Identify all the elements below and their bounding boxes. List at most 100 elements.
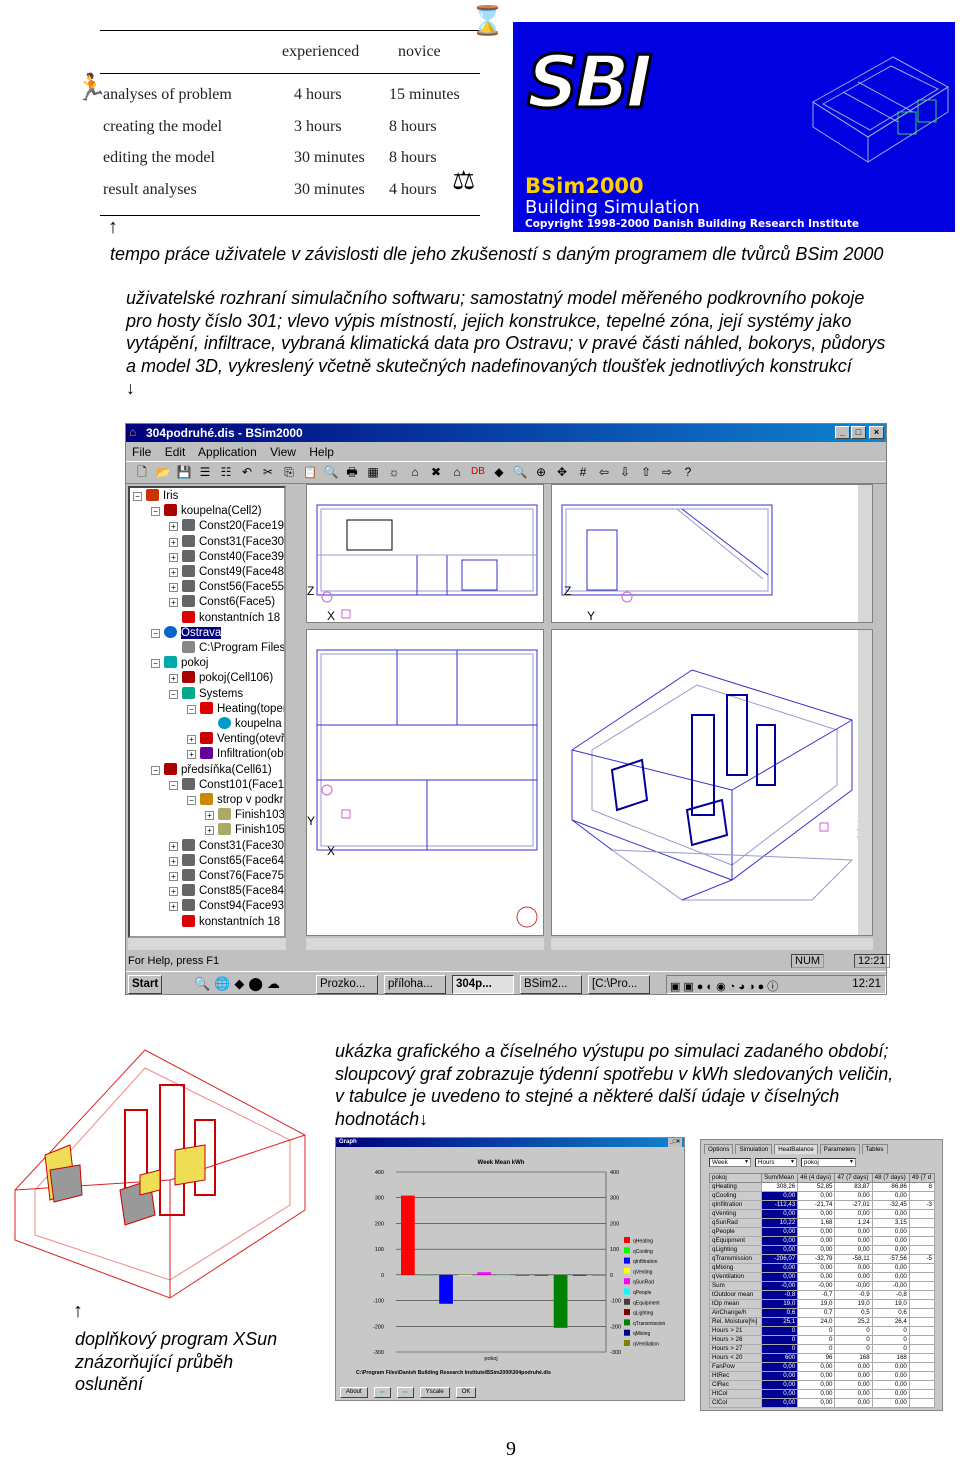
cell[interactable]: -32,79	[797, 1254, 836, 1264]
cell[interactable]	[908, 1326, 936, 1336]
menu-file[interactable]: File	[132, 445, 151, 459]
cell[interactable]: 0,00	[761, 1263, 799, 1273]
cell[interactable]: 0,5	[834, 1308, 873, 1318]
cell[interactable]: 19,0	[797, 1299, 836, 1309]
tree-node[interactable]: + Const20(Face19)	[169, 519, 284, 534]
cell[interactable]: 0,00	[761, 1272, 799, 1282]
cell[interactable]: 0,00	[871, 1209, 910, 1219]
zone-icon[interactable]: ⌂	[449, 464, 465, 480]
cell[interactable]: 0	[797, 1335, 836, 1345]
cell[interactable]	[908, 1362, 936, 1372]
collapse-icon[interactable]: −	[151, 765, 160, 775]
cell[interactable]: 0,00	[797, 1227, 836, 1237]
tree-node[interactable]: − Systems	[169, 686, 243, 702]
zoom-area-icon[interactable]: ⊕	[533, 464, 549, 480]
row-label[interactable]: qInfiltration	[708, 1200, 763, 1210]
next-button[interactable]: ⇨	[396, 1387, 414, 1398]
pan-icon[interactable]: ✥	[554, 464, 570, 480]
expand-icon[interactable]: +	[169, 902, 178, 912]
cell[interactable]: -0,00	[761, 1281, 799, 1291]
cell[interactable]: -57,56	[871, 1254, 910, 1264]
tree-node[interactable]: + pokoj(Cell106)	[169, 671, 273, 686]
print-icon[interactable]: 🖶	[344, 464, 360, 480]
cell[interactable]: 0	[761, 1335, 799, 1345]
cell[interactable]: 0,00	[797, 1191, 836, 1201]
tree-node[interactable]: + Const40(Face39)	[169, 549, 284, 565]
tree-node[interactable]: − Heating(topen	[187, 701, 284, 717]
row-label[interactable]: qVentilation	[708, 1272, 763, 1282]
house-icon[interactable]: ⌂	[407, 464, 423, 480]
cell[interactable]: 1,24	[834, 1218, 873, 1228]
cell[interactable]: 19,0	[871, 1299, 910, 1309]
task-304p[interactable]: 304p...	[452, 975, 514, 994]
cell[interactable]	[908, 1236, 936, 1246]
cell[interactable]: 0,00	[797, 1380, 836, 1390]
cell[interactable]	[908, 1281, 936, 1291]
cell[interactable]: 19,0	[834, 1299, 873, 1309]
tree-node[interactable]: konstantních 18	[169, 914, 280, 930]
menu-view[interactable]: View	[270, 445, 296, 459]
cell[interactable]: -27,01	[834, 1200, 873, 1210]
cell[interactable]: -21,74	[797, 1200, 836, 1210]
tree-node[interactable]: + Const31(Face30)	[169, 534, 284, 550]
row-label[interactable]: HtCol	[708, 1389, 763, 1399]
expand-icon[interactable]: +	[169, 887, 178, 897]
task-cpro[interactable]: [C:\Pro...	[588, 975, 650, 994]
graph-window-controls[interactable]: _□×	[667, 1138, 682, 1147]
right-icon[interactable]: ⇨	[659, 464, 675, 480]
row-label[interactable]: qEquipment	[708, 1236, 763, 1246]
expand-icon[interactable]: +	[169, 583, 178, 593]
row-label[interactable]: Hours > 27	[708, 1344, 763, 1354]
cell[interactable]: -0,00	[797, 1281, 836, 1291]
tree-node[interactable]: − strop v podkro	[187, 793, 284, 808]
cell[interactable]: 25,2	[834, 1317, 873, 1327]
tree-node[interactable]: + Const6(Face5)	[169, 595, 275, 610]
cell[interactable]: 0,00	[871, 1191, 910, 1201]
cell[interactable]: 26,4	[871, 1317, 910, 1327]
expand-icon[interactable]: +	[187, 735, 196, 745]
select-1[interactable]: Hours ▼	[755, 1158, 797, 1167]
tree-node[interactable]: + Finish105(	[205, 823, 284, 838]
cell[interactable]	[908, 1191, 936, 1201]
cell[interactable]: 0,00	[871, 1272, 910, 1282]
cell[interactable]	[908, 1371, 936, 1381]
climate-icon[interactable]: ▦	[365, 464, 381, 480]
cell[interactable]: 0,00	[871, 1398, 910, 1408]
collapse-icon[interactable]: −	[133, 492, 142, 501]
cell[interactable]: 0,00	[761, 1245, 799, 1255]
cell[interactable]	[908, 1308, 936, 1318]
cell[interactable]: 0,00	[871, 1263, 910, 1273]
cell[interactable]	[908, 1317, 936, 1327]
cell[interactable]: 52,85	[797, 1182, 836, 1192]
cell[interactable]: 0,00	[761, 1380, 799, 1390]
cell[interactable]: -0,7	[797, 1290, 836, 1300]
down-icon[interactable]: ⇩	[617, 464, 633, 480]
tree-node[interactable]: + Const85(Face84)	[169, 884, 284, 899]
tab-options[interactable]: Options	[704, 1144, 734, 1154]
yscale-button[interactable]: Yscale	[419, 1387, 450, 1398]
cell[interactable]: 0,00	[761, 1398, 799, 1408]
expand-icon[interactable]: +	[187, 750, 196, 760]
column-header[interactable]: 48 (7 days)	[871, 1173, 910, 1183]
column-header[interactable]: 46 (4 days)	[797, 1173, 836, 1183]
tree-node[interactable]: + Const56(Face55)	[169, 580, 284, 595]
hscrollbar[interactable]	[306, 938, 544, 950]
tree-node[interactable]: − Ostrava	[151, 625, 222, 641]
cell[interactable]: 0,7	[797, 1308, 836, 1318]
tree-node[interactable]: koupelna '	[205, 717, 284, 732]
tree-node[interactable]: + Const76(Face75)	[169, 869, 284, 884]
ok-button[interactable]: OK	[455, 1387, 477, 1398]
tree-red-icon[interactable]: ☷	[218, 464, 234, 480]
expand-icon[interactable]: +	[169, 872, 178, 881]
undo-icon[interactable]: ↶	[239, 464, 255, 480]
column-header[interactable]: pokoj	[708, 1173, 763, 1183]
cell[interactable]: 0,00	[834, 1389, 873, 1399]
cell[interactable]: -112,43	[761, 1200, 799, 1210]
task-priloha[interactable]: příloha...	[384, 975, 446, 994]
cell[interactable]: 0,00	[871, 1245, 910, 1255]
open-icon[interactable]: 📂	[155, 464, 171, 480]
cell[interactable]: 0,00	[761, 1362, 799, 1372]
cell[interactable]	[908, 1272, 936, 1282]
hscrollbar[interactable]	[551, 938, 873, 950]
cell[interactable]: 24,0	[797, 1317, 836, 1327]
